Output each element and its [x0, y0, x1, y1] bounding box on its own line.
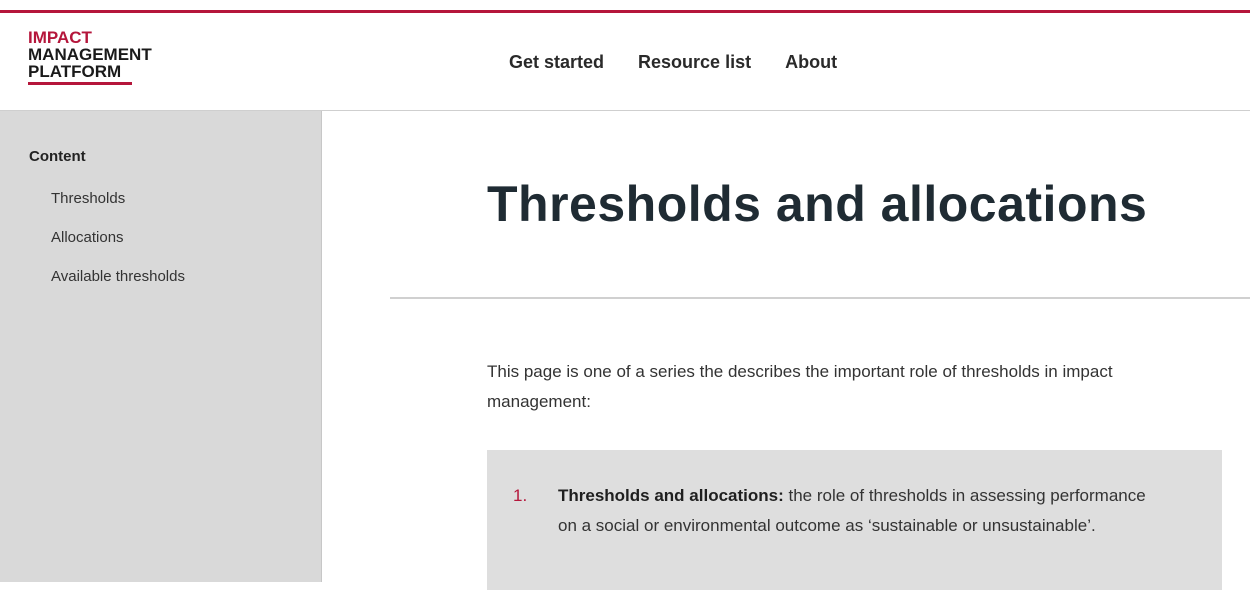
content-sidebar: Content Thresholds Allocations Available… — [0, 111, 322, 582]
nav-about[interactable]: About — [785, 52, 837, 73]
list-item-text: Thresholds and allocations: the role of … — [558, 481, 1168, 541]
sidebar-title: Content — [29, 148, 86, 165]
logo-underline — [28, 82, 132, 85]
sidebar-item-allocations[interactable]: Allocations — [51, 229, 185, 268]
logo-line-platform: PLATFORM — [28, 62, 122, 81]
logo-line-management: MANAGEMENT — [28, 45, 152, 64]
site-header: IMPACT MANAGEMENT PLATFORM Get started R… — [0, 13, 1250, 111]
nav-resource-list[interactable]: Resource list — [638, 52, 751, 73]
main-nav: Get started Resource list About — [509, 52, 837, 73]
list-item-link[interactable]: Thresholds and allocations: — [558, 486, 784, 505]
page-title: Thresholds and allocations — [487, 176, 1148, 232]
intro-paragraph: This page is one of a series the describ… — [487, 362, 1113, 411]
sidebar-item-available-thresholds[interactable]: Available thresholds — [51, 268, 185, 307]
main-content: Thresholds and allocations This page is … — [322, 111, 1250, 590]
sidebar-item-thresholds[interactable]: Thresholds — [51, 190, 185, 229]
nav-get-started[interactable]: Get started — [509, 52, 604, 73]
list-item: 1. Thresholds and allocations: the role … — [513, 481, 1213, 541]
logo-line-impact: IMPACT — [28, 28, 92, 47]
sidebar-list: Thresholds Allocations Available thresho… — [51, 190, 185, 307]
series-callout: 1. Thresholds and allocations: the role … — [487, 450, 1222, 590]
title-divider — [390, 297, 1250, 299]
list-item-number: 1. — [513, 486, 528, 505]
site-logo[interactable]: IMPACT MANAGEMENT PLATFORM — [28, 29, 152, 85]
